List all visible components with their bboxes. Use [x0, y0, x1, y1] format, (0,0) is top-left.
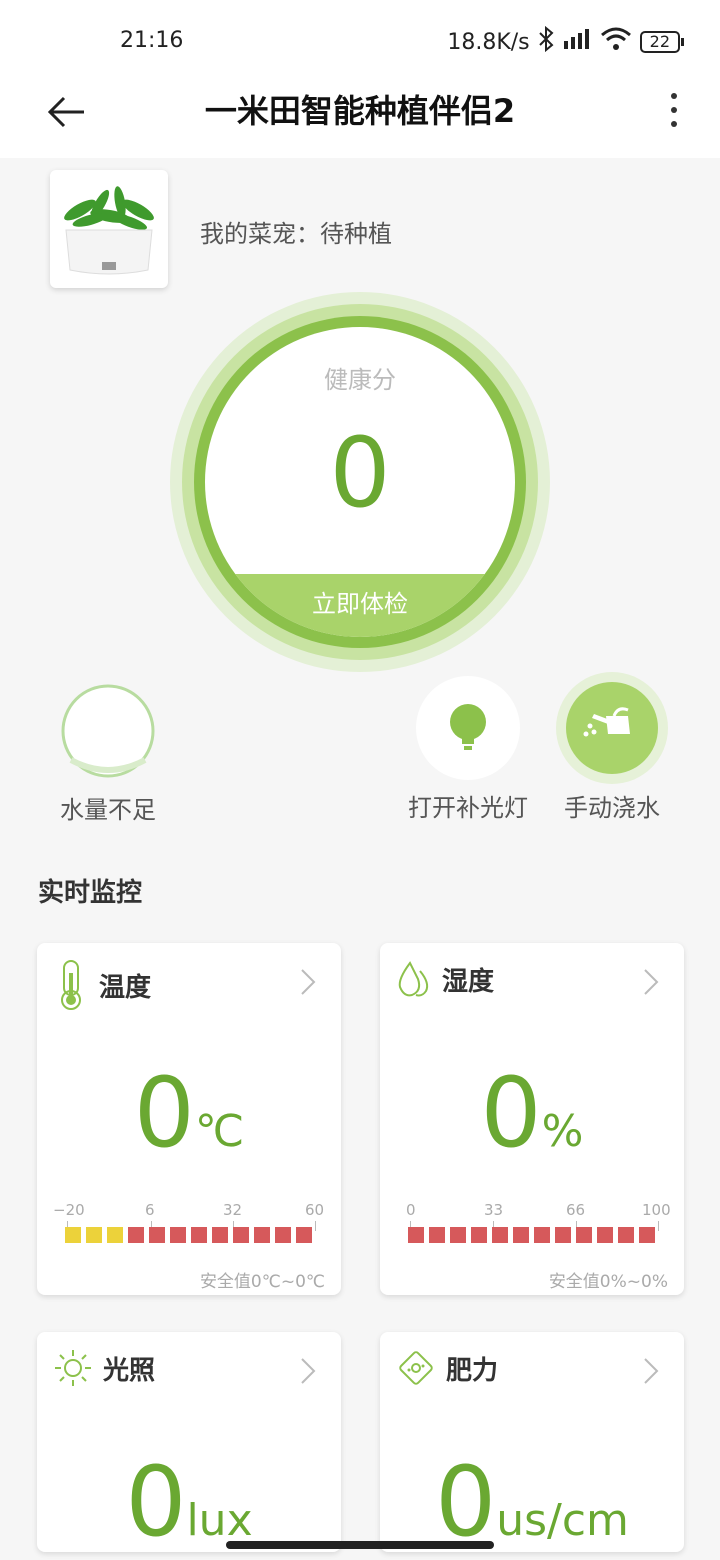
tick-label: 6	[145, 1201, 155, 1219]
battery-level: 22	[639, 31, 680, 53]
tick-label: 32	[223, 1201, 243, 1219]
fertility-label: 肥力	[446, 1355, 499, 1386]
level-segment	[450, 1227, 466, 1243]
manual-water-button[interactable]: 手动浇水	[552, 672, 672, 823]
tick-label: 33	[484, 1201, 504, 1219]
level-segment	[513, 1227, 529, 1243]
temperature-card-header: 温度	[53, 959, 151, 1011]
more-vertical-icon	[671, 93, 677, 127]
level-segment	[212, 1227, 228, 1243]
home-indicator[interactable]	[226, 1541, 494, 1549]
signal-icon	[562, 27, 592, 57]
tick-label: −20	[53, 1201, 85, 1219]
level-segment	[492, 1227, 508, 1243]
level-segment	[534, 1227, 550, 1243]
light-value-display: 0lux	[37, 1452, 341, 1552]
humidity-card[interactable]: 湿度 0% 0 33 66 100 安全值0%~0%	[380, 943, 684, 1295]
humidity-safe-range: 安全值0%~0%	[548, 1272, 668, 1292]
plant-pot-image	[64, 186, 154, 275]
temperature-safe-range: 安全值0℃~0℃	[199, 1272, 325, 1292]
sun-icon	[55, 1350, 91, 1386]
light-value: 0	[125, 1446, 187, 1558]
water-level-indicator: 水量不足	[50, 684, 166, 825]
fertility-card-header: 肥力	[396, 1348, 498, 1388]
app-bar: 一米田智能种植伴侣2	[0, 60, 720, 158]
fertility-unit: us/cm	[496, 1495, 629, 1546]
check-now-button[interactable]: 立即体检	[0, 584, 720, 619]
fill-light-button[interactable]: 打开补光灯	[400, 676, 536, 823]
level-segment	[296, 1227, 312, 1243]
watering-can-icon	[556, 672, 668, 784]
light-button-label: 打开补光灯	[408, 794, 528, 822]
level-segment	[471, 1227, 487, 1243]
level-segment	[149, 1227, 165, 1243]
level-segment	[618, 1227, 634, 1243]
humidity-value-display: 0%	[380, 1063, 684, 1163]
light-card[interactable]: 光照 0lux	[37, 1332, 341, 1552]
level-segment	[555, 1227, 571, 1243]
bulb-icon	[416, 676, 520, 780]
level-segment	[275, 1227, 291, 1243]
thermometer-icon	[61, 960, 81, 1010]
health-score-value: 0	[329, 417, 391, 529]
health-score-title: 健康分	[324, 366, 396, 394]
temperature-value: 0	[133, 1057, 195, 1169]
temperature-label: 温度	[99, 972, 152, 1003]
humidity-label: 湿度	[442, 966, 495, 997]
tick-mark	[658, 1221, 659, 1231]
level-segment	[65, 1227, 81, 1243]
level-segment	[107, 1227, 123, 1243]
more-options-button[interactable]	[668, 90, 680, 130]
humidity-unit: %	[541, 1106, 584, 1157]
humidity-level-bar	[408, 1227, 655, 1243]
level-segment	[597, 1227, 613, 1243]
plant-thumbnail[interactable]	[50, 170, 168, 288]
water-drop-icon	[398, 961, 429, 997]
level-segment	[429, 1227, 445, 1243]
light-label: 光照	[103, 1355, 156, 1386]
level-segment	[639, 1227, 655, 1243]
chevron-right-icon	[301, 1358, 316, 1384]
level-segment	[233, 1227, 249, 1243]
chevron-right-icon	[644, 1358, 659, 1384]
level-segment	[408, 1227, 424, 1243]
tick-label: 100	[642, 1201, 671, 1219]
water-status-label: 水量不足	[60, 796, 156, 824]
temperature-unit: ℃	[194, 1106, 245, 1157]
level-segment	[128, 1227, 144, 1243]
humidity-card-header: 湿度	[396, 959, 494, 999]
light-card-header: 光照	[53, 1348, 155, 1388]
fertility-card[interactable]: 肥力 0us/cm	[380, 1332, 684, 1552]
chevron-right-icon	[301, 969, 316, 995]
bluetooth-icon	[538, 25, 554, 58]
battery-icon: 22	[639, 31, 684, 53]
fertility-value-display: 0us/cm	[380, 1452, 684, 1552]
status-icons: 18.8K/s 22	[447, 25, 684, 58]
wifi-icon	[600, 27, 632, 57]
water-level-icon	[61, 684, 155, 778]
level-segment	[191, 1227, 207, 1243]
tick-label: 60	[305, 1201, 325, 1219]
tick-label: 0	[406, 1201, 416, 1219]
light-unit: lux	[186, 1495, 253, 1546]
water-button-label: 手动浇水	[564, 794, 660, 822]
chevron-right-icon	[644, 969, 659, 995]
fertilizer-icon	[399, 1351, 433, 1385]
temperature-level-bar	[65, 1227, 312, 1243]
page-title: 一米田智能种植伴侣2	[204, 92, 516, 130]
status-time: 21:16	[120, 28, 184, 53]
temperature-value-display: 0℃	[37, 1063, 341, 1163]
level-segment	[254, 1227, 270, 1243]
network-speed: 18.8K/s	[447, 29, 530, 55]
humidity-value: 0	[480, 1057, 542, 1169]
plant-status-label: 我的菜宠：待种植	[200, 220, 392, 248]
tick-mark	[315, 1221, 316, 1231]
temperature-card[interactable]: 温度 0℃ −20 6 32 60 安全值0℃~0℃	[37, 943, 341, 1295]
level-segment	[576, 1227, 592, 1243]
section-title-monitor: 实时监控	[38, 878, 143, 908]
level-segment	[86, 1227, 102, 1243]
tick-label: 66	[566, 1201, 586, 1219]
level-segment	[170, 1227, 186, 1243]
